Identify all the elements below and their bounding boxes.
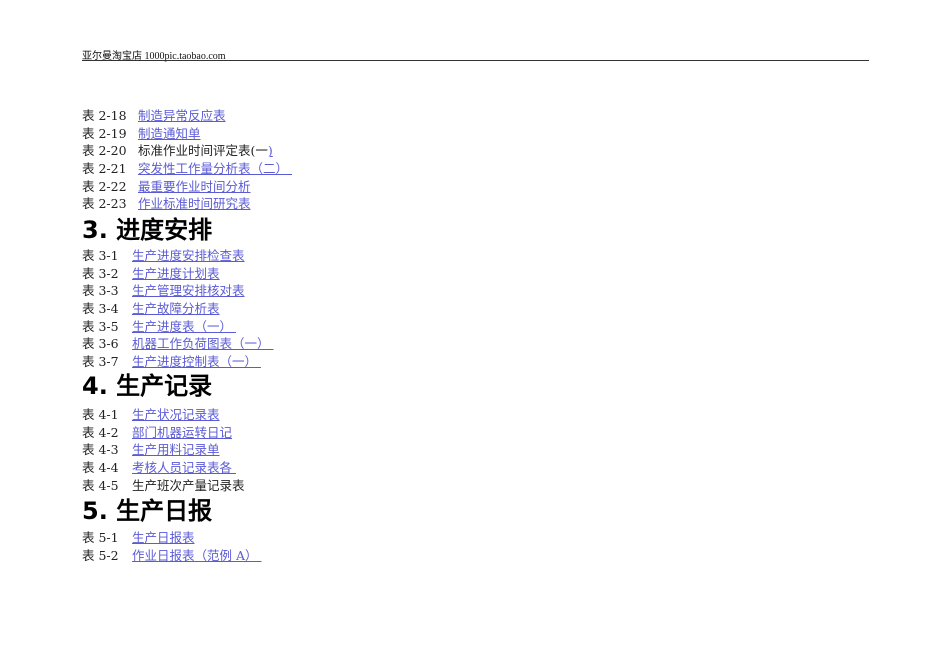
table-entry: 表 3-2 生产进度计划表 (82, 265, 273, 283)
entry-number: 表 2-23 (82, 196, 127, 212)
entry-number: 表 3-5 (82, 318, 119, 334)
entry-number: 表 3-2 (82, 265, 119, 281)
entry-title: 标准作业时间评定表(一 (138, 143, 268, 159)
table-entry: 表 2-22 最重要作业时间分析 (82, 178, 292, 196)
entry-number: 表 2-18 (82, 108, 127, 123)
entry-link[interactable]: 生产状况记录表 (132, 407, 220, 422)
table-entry: 表 2-23 作业标准时间研究表 (82, 195, 292, 213)
section4-list: 表 4-1 生产状况记录表表 4-2 部门机器运转日记表 4-3 生产用料记录单表 4… (82, 406, 245, 494)
header-rule (82, 60, 869, 61)
entry-number: 表 2-20 (82, 143, 127, 159)
table-entry: 表 5-2 作业日报表（范例 A） (82, 547, 261, 565)
table-entry: 表 5-1 生产日报表 (82, 529, 261, 547)
entry-number: 表 2-21 (82, 161, 127, 177)
entry-link[interactable]: 生产进度安排检查表 (132, 248, 245, 263)
table-entry: 表 3-6 机器工作负荷图表（一） (82, 335, 273, 353)
entry-link[interactable]: 作业标准时间研究表 (138, 196, 251, 211)
entry-number: 表 2-22 (82, 178, 127, 194)
section2-list: 表 2-18 制造异常反应表表 2-19 制造通知单表 2-20 标准作业时间评定表(… (82, 107, 292, 213)
table-entry: 表 2-21 突发性工作量分析表（二） (82, 160, 292, 178)
entry-link[interactable]: 突发性工作量分析表（二） (138, 161, 292, 176)
table-entry: 表 3-5 生产进度表（一） (82, 318, 273, 336)
entry-number: 表 4-1 (82, 407, 119, 422)
table-entry: 表 2-20 标准作业时间评定表(一) (82, 142, 292, 160)
table-entry: 表 4-1 生产状况记录表 (82, 406, 245, 424)
entry-link[interactable]: 机器工作负荷图表（一） (132, 336, 273, 351)
entry-title: 生产班次产量记录表 (132, 477, 245, 493)
entry-number: 表 4-3 (82, 442, 119, 458)
table-entry: 表 4-3 生产用料记录单 (82, 441, 245, 459)
entry-number: 表 4-2 (82, 424, 119, 440)
entry-link[interactable]: ) (268, 143, 273, 158)
entry-number: 表 3-1 (82, 248, 119, 263)
table-entry: 表 2-18 制造异常反应表 (82, 107, 292, 125)
entry-number: 表 3-3 (82, 283, 119, 299)
entry-link[interactable]: 生产用料记录单 (132, 442, 220, 457)
entry-link[interactable]: 生产进度控制表（一） (132, 354, 261, 369)
entry-link[interactable]: 最重要作业时间分析 (138, 179, 251, 194)
table-entry: 表 4-5 生产班次产量记录表 (82, 477, 245, 495)
table-entry: 表 3-1 生产进度安排检查表 (82, 247, 273, 265)
entry-number: 表 4-4 (82, 460, 119, 476)
table-entry: 表 3-7 生产进度控制表（一） (82, 353, 273, 371)
table-entry: 表 2-19 制造通知单 (82, 125, 292, 143)
entry-number: 表 3-4 (82, 301, 119, 317)
entry-link[interactable]: 生产日报表 (132, 530, 195, 545)
table-entry: 表 3-3 生产管理安排核对表 (82, 282, 273, 300)
document-page: 亚尔曼淘宝店 1000pic.taobao.com 表 2-18 制造异常反应表表… (0, 0, 950, 672)
section5-list: 表 5-1 生产日报表表 5-2 作业日报表（范例 A） (82, 529, 261, 564)
table-entry: 表 3-4 生产故障分析表 (82, 300, 273, 318)
entry-number: 表 4-5 (82, 477, 119, 493)
entry-link[interactable]: 考核人员记录表各 (132, 460, 236, 475)
entry-number: 表 2-19 (82, 125, 127, 141)
table-entry: 表 4-2 部门机器运转日记 (82, 424, 245, 442)
entry-number: 表 5-2 (82, 547, 119, 563)
entry-link[interactable]: 生产故障分析表 (132, 301, 220, 316)
entry-link[interactable]: 制造异常反应表 (138, 108, 226, 123)
section3-list: 表 3-1 生产进度安排检查表表 3-2 生产进度计划表表 3-3 生产管理安排核对表… (82, 247, 273, 371)
entry-number: 表 3-6 (82, 336, 119, 352)
entry-link[interactable]: 生产管理安排核对表 (132, 283, 245, 298)
entry-number: 表 3-7 (82, 354, 119, 370)
entry-link[interactable]: 生产进度计划表 (132, 266, 220, 281)
section3-heading: 3. 进度安排 (82, 216, 213, 244)
section5-heading: 5. 生产日报 (82, 497, 213, 525)
table-entry: 表 4-4 考核人员记录表各 (82, 459, 245, 477)
entry-link[interactable]: 作业日报表（范例 A） (132, 548, 261, 563)
entry-number: 表 5-1 (82, 530, 119, 545)
entry-link[interactable]: 制造通知单 (138, 126, 201, 141)
section4-heading: 4. 生产记录 (82, 372, 213, 400)
entry-link[interactable]: 部门机器运转日记 (132, 425, 232, 440)
entry-link[interactable]: 生产进度表（一） (132, 319, 236, 334)
